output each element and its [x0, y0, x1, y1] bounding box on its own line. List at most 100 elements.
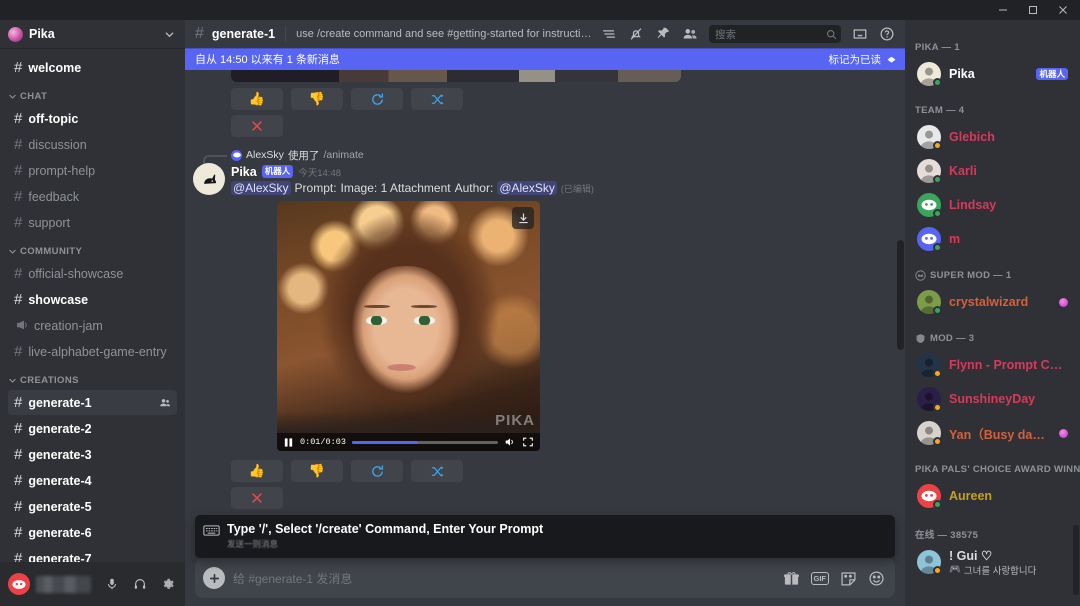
sidebar-item-showcase[interactable]: # showcase	[8, 287, 177, 312]
inbox-icon[interactable]	[852, 26, 868, 42]
volume-icon[interactable]	[504, 436, 516, 448]
window-close-button[interactable]	[1048, 0, 1078, 20]
channel-name: support	[28, 215, 71, 230]
slash-command[interactable]: /animate	[323, 149, 363, 161]
sidebar-item-support[interactable]: # support	[8, 210, 177, 235]
mention[interactable]: @AlexSky	[231, 181, 291, 195]
bot-badge: 机器人	[1036, 67, 1068, 81]
sidebar-item-discussion[interactable]: # discussion	[8, 132, 177, 157]
avatar	[917, 193, 942, 218]
member-name: SunshineyDay	[949, 392, 1036, 406]
sidebar-item-off-topic[interactable]: # off-topic	[8, 106, 177, 131]
sidebar-item-feedback[interactable]: # feedback	[8, 184, 177, 209]
member-name: Glebich	[949, 130, 995, 144]
video-controls[interactable]: 0:01/0:03	[277, 433, 540, 451]
mention[interactable]: @AlexSky	[497, 181, 557, 195]
new-messages-text: 自从 14:50 以来有 1 条新消息	[195, 54, 340, 66]
member-list-item[interactable]: Aureen	[911, 479, 1074, 513]
reaction-thumbs-down[interactable]: 👎	[291, 88, 343, 110]
gift-icon[interactable]	[783, 570, 800, 587]
member-list-item[interactable]: Lindsay	[911, 188, 1074, 222]
sidebar-item-official-showcase[interactable]: # official-showcase	[8, 261, 177, 286]
help-icon[interactable]	[879, 26, 895, 42]
member-category: PIKA — 1	[905, 28, 1080, 57]
sidebar-item-generate-6[interactable]: # generate-6	[8, 520, 177, 545]
reaction-cancel[interactable]	[231, 487, 283, 509]
sidebar-item-generate-1[interactable]: # generate-1	[8, 390, 177, 415]
message-composer[interactable]: 给 #generate-1 发消息 GIF	[195, 558, 895, 598]
previous-message-reactions-row-1: 👍 👎	[185, 82, 605, 110]
sticker-icon[interactable]	[840, 570, 857, 587]
member-scrollbar[interactable]	[1073, 525, 1079, 595]
reaction-cancel[interactable]	[231, 115, 283, 137]
reaction-thumbs-up[interactable]: 👍	[231, 460, 283, 482]
pause-icon[interactable]	[283, 437, 294, 448]
hash-icon: #	[14, 524, 23, 541]
bell-muted-icon[interactable]	[628, 26, 644, 42]
window-maximize-button[interactable]	[1018, 0, 1048, 20]
reaction-thumbs-up[interactable]: 👍	[231, 88, 283, 110]
video-progress-bar[interactable]	[351, 440, 498, 444]
hash-icon: #	[14, 188, 23, 205]
member-list-item[interactable]: ! Gui ♡ 🎮 그녀를 사랑합니다	[911, 545, 1074, 579]
sidebar-item-generate-4[interactable]: # generate-4	[8, 468, 177, 493]
channel-category-community[interactable]: COMMUNITY	[0, 236, 185, 260]
reaction-thumbs-down[interactable]: 👎	[291, 460, 343, 482]
sidebar-item-generate-2[interactable]: # generate-2	[8, 416, 177, 441]
channel-category-creations[interactable]: CREATIONS	[0, 365, 185, 389]
plus-icon[interactable]	[203, 567, 225, 589]
sidebar-item-generate-5[interactable]: # generate-5	[8, 494, 177, 519]
sidebar-item-generate-3[interactable]: # generate-3	[8, 442, 177, 467]
avatar[interactable]	[8, 573, 30, 595]
status-indicator	[933, 403, 942, 412]
server-header[interactable]: Pika	[0, 20, 185, 48]
search-input[interactable]: 搜索	[709, 25, 841, 43]
sidebar-item-prompt-help[interactable]: # prompt-help	[8, 158, 177, 183]
sidebar-item-welcome[interactable]: # welcome	[8, 55, 177, 80]
download-icon[interactable]	[512, 207, 534, 229]
gif-icon[interactable]: GIF	[810, 571, 829, 585]
sidebar-item-generate-7[interactable]: # generate-7	[8, 546, 177, 562]
reaction-retry[interactable]	[351, 88, 403, 110]
mark-as-read-button[interactable]: 标记为已读	[829, 52, 898, 67]
chat-area: # generate-1 use /create command and see…	[185, 20, 905, 606]
member-list-item[interactable]: Karli	[911, 154, 1074, 188]
reaction-shuffle[interactable]	[411, 88, 463, 110]
member-list-item[interactable]: Flynn - Prompt Coach	[911, 348, 1074, 382]
hash-icon: #	[14, 550, 23, 562]
shield-icon	[915, 333, 926, 344]
member-list-item[interactable]: Pika 机器人	[911, 57, 1074, 91]
announcement-icon	[14, 318, 28, 334]
avatar	[917, 125, 942, 150]
window-minimize-button[interactable]	[988, 0, 1018, 20]
members-icon[interactable]	[682, 26, 698, 42]
member-list-item[interactable]: Yan（Busy day）	[911, 416, 1074, 450]
member-list-item[interactable]: Glebich	[911, 120, 1074, 154]
video-attachment[interactable]: PIKA 0:01/0:03	[277, 201, 540, 451]
member-list-item[interactable]: SunshineyDay	[911, 382, 1074, 416]
message-author[interactable]: Pika	[231, 165, 257, 179]
channel-name: off-topic	[28, 111, 79, 126]
headphones-icon[interactable]	[129, 571, 151, 597]
portrait-eye-right	[413, 316, 435, 325]
reaction-retry[interactable]	[351, 460, 403, 482]
channel-category-chat[interactable]: CHAT	[0, 81, 185, 105]
fullscreen-icon[interactable]	[522, 436, 534, 448]
new-messages-banner[interactable]: 自从 14:50 以来有 1 条新消息 标记为已读	[185, 48, 905, 70]
members-icon[interactable]	[159, 397, 171, 409]
threads-icon[interactable]	[601, 26, 617, 42]
message-scrollbar[interactable]	[897, 240, 904, 350]
video-current-time: 0:01	[300, 437, 321, 447]
microphone-icon[interactable]	[101, 571, 123, 597]
sidebar-item-live-alphabet-game-entry[interactable]: # live-alphabet-game-entry	[8, 339, 177, 364]
emoji-icon[interactable]	[868, 570, 885, 587]
sidebar-item-creation-jam[interactable]: creation-jam	[8, 313, 177, 338]
reaction-shuffle[interactable]	[411, 460, 463, 482]
pin-icon[interactable]	[655, 26, 671, 42]
member-list-item[interactable]: crystalwizard	[911, 285, 1074, 319]
avatar[interactable]	[193, 163, 225, 195]
gear-icon[interactable]	[157, 571, 179, 597]
channel-name: discussion	[28, 137, 87, 152]
member-list-item[interactable]: m	[911, 222, 1074, 256]
command-verb: 使用了	[287, 149, 320, 162]
